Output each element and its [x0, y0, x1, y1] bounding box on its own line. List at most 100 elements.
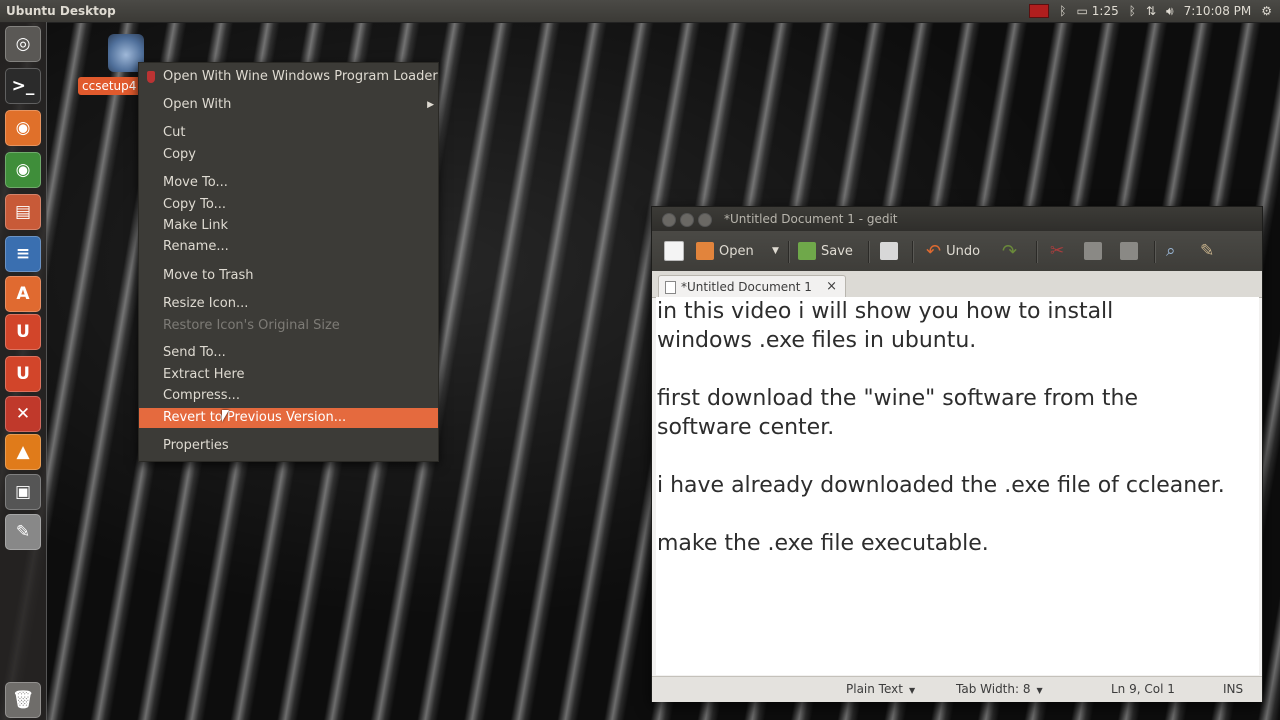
system-settings-icon[interactable]: ✕: [5, 396, 41, 432]
language-selector[interactable]: Plain Text ▼: [846, 677, 915, 703]
menu-item[interactable]: Send To...: [139, 343, 438, 363]
menu-item[interactable]: Open With Wine Windows Program Loader: [139, 67, 438, 87]
status-bar: Plain Text ▼ Tab Width: 8 ▼ Ln 9, Col 1 IN…: [652, 676, 1262, 702]
editor-line: i have already downloaded the .exe file …: [657, 473, 1225, 498]
trash-icon[interactable]: 🗑: [5, 682, 41, 718]
find-button[interactable]: ⌕: [1166, 239, 1176, 263]
window-title: *Untitled Document 1 - gedit: [724, 212, 898, 226]
ubuntu-one-icon[interactable]: U: [5, 314, 41, 350]
editor-line: in this video i will show you how to ins…: [657, 299, 1114, 324]
menu-item-label: Rename...: [163, 239, 229, 254]
tab-bar: *Untitled Document 1 ×: [652, 271, 1262, 298]
language-label: Plain Text: [846, 682, 903, 696]
scissors-icon: ✂: [1050, 241, 1065, 261]
menu-item[interactable]: Copy: [139, 145, 438, 165]
text-editor-icon[interactable]: ✎: [5, 514, 41, 550]
tab-width-label: Tab Width: 8: [956, 682, 1031, 696]
menu-item[interactable]: Properties: [139, 436, 438, 456]
search-icon: ⌕: [1166, 241, 1176, 261]
software-center-icon[interactable]: A: [5, 276, 41, 312]
menu-item[interactable]: Move to Trash: [139, 266, 438, 286]
editor-line: windows .exe files in ubuntu.: [657, 328, 977, 353]
top-panel: Ubuntu Desktop ᛒ ▭ 1:25 ᛒ ⇅ 🔊︎ 7:10:08 P…: [0, 0, 1280, 22]
menu-item[interactable]: Copy To...: [139, 195, 438, 215]
tab-width-selector[interactable]: Tab Width: 8 ▼: [956, 677, 1043, 703]
writer-icon[interactable]: ≡: [5, 236, 41, 272]
replace-button[interactable]: ✎: [1200, 239, 1214, 263]
battery-icon: ▭: [1076, 4, 1088, 18]
open-label: Open: [719, 243, 754, 259]
save-icon: [798, 242, 816, 260]
cursor-position: Ln 9, Col 1: [1111, 682, 1175, 696]
redo-icon: ↷: [1002, 240, 1018, 262]
menu-item-label: Move to Trash: [163, 268, 254, 283]
mail-icon[interactable]: [1029, 4, 1050, 18]
menu-item[interactable]: Make Link: [139, 216, 438, 236]
save-button[interactable]: Save: [798, 239, 853, 263]
copy-icon: [1084, 242, 1102, 260]
redo-button[interactable]: ↷: [1002, 239, 1017, 263]
tab-untitled-document-1[interactable]: *Untitled Document 1 ×: [658, 275, 846, 298]
menu-item-label: Open With: [163, 97, 232, 112]
undo-button[interactable]: ↶ Undo: [926, 239, 980, 263]
menu-item-label: Properties: [163, 438, 229, 453]
menu-item-label: Compress...: [163, 388, 240, 403]
open-icon: [696, 242, 714, 260]
close-tab-icon[interactable]: ×: [826, 276, 837, 298]
open-button[interactable]: Open: [696, 239, 754, 263]
menu-item-label: Extract Here: [163, 367, 245, 382]
print-icon: [880, 242, 898, 260]
print-button[interactable]: [880, 239, 898, 263]
paste-button[interactable]: [1120, 239, 1138, 263]
menu-item-label: Make Link: [163, 218, 228, 233]
gear-icon[interactable]: ⚙: [1261, 0, 1272, 22]
menu-item-label: Open With Wine Windows Program Loader: [163, 69, 438, 84]
menu-item-label: Cut: [163, 125, 186, 140]
menu-item-label: Move To...: [163, 175, 228, 190]
title-bar: *Untitled Document 1 - gedit: [652, 207, 1262, 231]
document-icon: [665, 281, 676, 294]
menu-item-label: Revert to Previous Version...: [163, 410, 347, 425]
paste-icon: [1120, 242, 1138, 260]
close-window-icon[interactable]: [662, 213, 676, 227]
dash-icon[interactable]: ◎: [5, 26, 41, 62]
undo-icon: ↶: [926, 240, 942, 262]
copy-button[interactable]: [1084, 239, 1102, 263]
text-editor[interactable]: in this video i will show you how to ins…: [656, 297, 1259, 675]
chrome-icon[interactable]: ◉: [5, 152, 41, 188]
menu-item[interactable]: Cut: [139, 123, 438, 143]
clock[interactable]: 7:10:08 PM: [1184, 0, 1252, 22]
menu-item[interactable]: Rename...: [139, 237, 438, 257]
files-icon[interactable]: ▤: [5, 194, 41, 230]
minimize-window-icon[interactable]: [680, 213, 694, 227]
mouse-cursor-icon: [222, 410, 229, 422]
network-icon[interactable]: ⇅: [1146, 0, 1156, 22]
menu-item[interactable]: Extract Here: [139, 365, 438, 385]
menu-item-label: Restore Icon's Original Size: [163, 318, 340, 333]
toolbar: Open ▼ Save ↶ Undo ↷ ✂ ⌕ ✎: [652, 231, 1262, 271]
firefox-icon[interactable]: ◉: [5, 110, 41, 146]
menu-item[interactable]: Resize Icon...: [139, 294, 438, 314]
menu-item-label: Send To...: [163, 345, 226, 360]
menu-item-label: Copy To...: [163, 197, 226, 212]
volume-icon[interactable]: 🔊︎: [1166, 0, 1174, 22]
editor-line: make the .exe file executable.: [657, 531, 989, 556]
screenshot-icon[interactable]: ▣: [5, 474, 41, 510]
battery-indicator[interactable]: ▭ 1:25: [1076, 0, 1118, 22]
ubuntu-one-icon-2[interactable]: U: [5, 356, 41, 392]
menu-item-label: Copy: [163, 147, 196, 162]
terminal-icon[interactable]: >_: [5, 68, 41, 104]
bluetooth-icon[interactable]: ᛒ: [1059, 0, 1066, 22]
bluetooth-icon-2[interactable]: ᛒ: [1129, 0, 1136, 22]
editor-line: first download the "wine" software from …: [657, 386, 1139, 411]
new-document-button[interactable]: [664, 239, 684, 263]
menu-item[interactable]: Compress...: [139, 386, 438, 406]
save-label: Save: [821, 243, 853, 259]
cut-button[interactable]: ✂: [1050, 239, 1064, 263]
menu-item[interactable]: Move To...: [139, 173, 438, 193]
menu-item[interactable]: Revert to Previous Version...: [139, 408, 438, 428]
maximize-window-icon[interactable]: [698, 213, 712, 227]
menu-item[interactable]: Open With ▶: [139, 95, 438, 115]
open-recent-dropdown[interactable]: ▼: [772, 239, 779, 263]
vlc-icon[interactable]: ▲: [5, 434, 41, 470]
